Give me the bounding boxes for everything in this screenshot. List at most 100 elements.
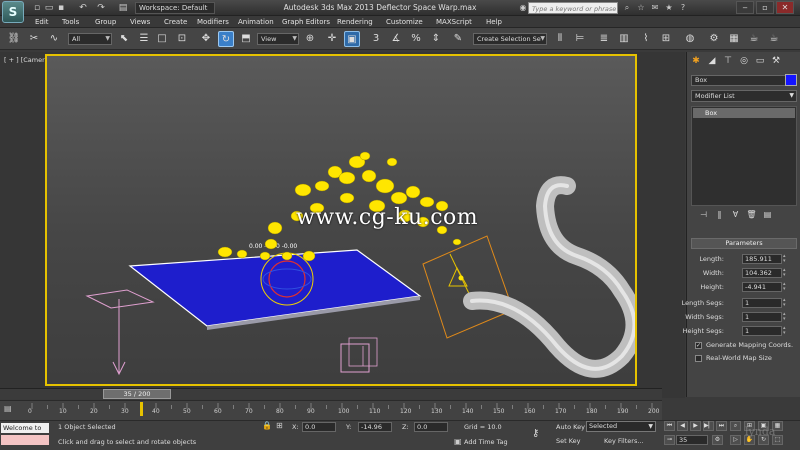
help-icon[interactable]: ? — [678, 3, 688, 13]
rect-selection-icon[interactable]: □ — [154, 31, 170, 47]
menu-maxscript[interactable]: MAXScript — [436, 16, 472, 28]
length-segs-field[interactable]: 1 — [742, 298, 782, 308]
utilities-tab-icon[interactable]: ⚒ — [769, 54, 783, 68]
y-coord-field[interactable]: -14.96 — [358, 422, 392, 432]
percent-snap-icon[interactable]: % — [408, 31, 424, 47]
time-configuration-icon[interactable]: ⚙ — [712, 435, 723, 445]
select-link-icon[interactable]: ⛓ — [6, 31, 22, 47]
display-tab-icon[interactable]: ▭ — [753, 54, 767, 68]
render-iterative-icon[interactable]: ☕ — [766, 31, 782, 47]
checkbox-unchecked-icon[interactable] — [695, 354, 702, 362]
configure-sets-icon[interactable]: ▤ — [761, 209, 774, 220]
search-icon[interactable]: ⌕ — [622, 3, 632, 13]
favorites-icon[interactable]: ★ — [664, 3, 674, 13]
length-field[interactable]: 185.911 — [742, 254, 782, 264]
save-icon[interactable]: ▪ — [56, 3, 66, 13]
search-binoculars-icon[interactable]: ◉ — [518, 3, 528, 13]
hierarchy-tab-icon[interactable]: ⊤ — [721, 54, 735, 68]
remove-modifier-icon[interactable]: 🗑 — [745, 209, 758, 220]
communication-center-icon[interactable]: ✉ — [650, 3, 660, 13]
angle-snap-icon[interactable]: ∡ — [388, 31, 404, 47]
close-button[interactable]: ✕ — [776, 1, 794, 14]
go-to-end-icon[interactable]: ⏭ — [716, 421, 727, 431]
menu-modifiers[interactable]: Modifiers — [197, 16, 229, 28]
menu-graph-editors[interactable]: Graph Editors — [282, 16, 330, 28]
selection-filter-dropdown[interactable]: All ▼ — [68, 33, 112, 45]
next-frame-icon[interactable]: ▶▏ — [703, 421, 714, 431]
redo-icon[interactable]: ↷ — [96, 3, 106, 13]
pin-stack-icon[interactable]: ⊣ — [697, 209, 710, 220]
motion-tab-icon[interactable]: ◎ — [737, 54, 751, 68]
maxscript-listener[interactable]: Welcome to — [1, 423, 49, 433]
named-selection-set-dropdown[interactable]: Create Selection Se ▼ — [473, 33, 547, 45]
menu-views[interactable]: Views — [130, 16, 150, 28]
menu-create[interactable]: Create — [164, 16, 187, 28]
height-segs-spinner[interactable]: ▴ ▾ — [783, 326, 788, 336]
length-spinner[interactable]: ▴ ▾ — [783, 254, 788, 264]
object-name-field[interactable]: Box — [691, 75, 789, 86]
auto-key-button[interactable]: Auto Key — [556, 423, 585, 431]
menu-customize[interactable]: Customize — [386, 16, 423, 28]
height-spinner[interactable]: ▴ ▾ — [783, 282, 788, 292]
width-field[interactable]: 104.362 — [742, 268, 782, 278]
menu-rendering[interactable]: Rendering — [337, 16, 373, 28]
make-unique-icon[interactable]: ∀ — [729, 209, 742, 220]
parameters-rollout[interactable]: Parameters — [691, 238, 797, 249]
select-object-icon[interactable]: ⬉ — [116, 31, 132, 47]
bind-space-warp-icon[interactable]: ∿ — [46, 31, 62, 47]
create-tab-icon[interactable]: ✱ — [689, 54, 703, 68]
rendered-frame-window-icon[interactable]: ▦ — [726, 31, 742, 47]
menu-group[interactable]: Group — [95, 16, 116, 28]
keyboard-shortcut-override-icon[interactable]: ▣ — [344, 31, 360, 47]
render-production-icon[interactable]: ☕ — [746, 31, 762, 47]
play-icon[interactable]: ▶ — [690, 421, 701, 431]
graphite-ribbon-icon[interactable]: ▥ — [616, 31, 632, 47]
time-tag-icon[interactable]: ▣ — [454, 437, 462, 446]
move-icon[interactable]: ✥ — [198, 31, 214, 47]
curve-editor-icon[interactable]: ⌇ — [638, 31, 654, 47]
window-crossing-icon[interactable]: ⊡ — [174, 31, 190, 47]
select-manipulate-icon[interactable]: ✛ — [324, 31, 340, 47]
selection-lock-icon[interactable]: 🔒 — [262, 421, 272, 430]
height-segs-field[interactable]: 1 — [742, 326, 782, 336]
z-coord-field[interactable]: 0.0 — [414, 422, 448, 432]
new-file-icon[interactable]: ▫ — [32, 3, 42, 13]
real-world-map-checkbox[interactable]: Real-World Map Size — [695, 354, 772, 362]
unlink-icon[interactable]: ✂ — [26, 31, 42, 47]
mirror-icon[interactable]: ⫴ — [552, 31, 568, 47]
pivot-center-icon[interactable]: ⊕ — [302, 31, 318, 47]
modify-tab-icon[interactable]: ◢ — [705, 54, 719, 68]
width-segs-spinner[interactable]: ▴ ▾ — [783, 312, 788, 322]
absolute-mode-icon[interactable]: ⊞ — [276, 421, 283, 430]
x-coord-field[interactable]: 0.0 — [302, 422, 336, 432]
set-key-icon[interactable]: ⚷ — [532, 428, 539, 439]
app-logo[interactable]: S — [2, 1, 24, 23]
edit-named-selection-icon[interactable]: ✎ — [450, 31, 466, 47]
height-field[interactable]: -4.941 — [742, 282, 782, 292]
generate-mapping-checkbox[interactable]: ✓ Generate Mapping Coords. — [695, 341, 793, 349]
maxscript-mini-listener[interactable] — [1, 435, 49, 445]
previous-frame-icon[interactable]: ◀ — [677, 421, 688, 431]
menu-edit[interactable]: Edit — [35, 16, 49, 28]
modifier-stack[interactable]: Box — [691, 106, 797, 206]
object-color-swatch[interactable] — [785, 74, 797, 86]
material-editor-icon[interactable]: ◍ — [682, 31, 698, 47]
add-time-tag-button[interactable]: Add Time Tag — [464, 438, 508, 446]
current-frame-field[interactable]: 35 — [676, 435, 708, 445]
workspace-selector[interactable]: Workspace: Default — [135, 2, 215, 14]
show-end-result-icon[interactable]: ‖ — [713, 209, 726, 220]
reference-coordinate-dropdown[interactable]: View ▼ — [257, 33, 299, 45]
project-folder-icon[interactable]: ▤ — [118, 3, 128, 13]
align-icon[interactable]: ⊨ — [572, 31, 588, 47]
go-to-start-icon[interactable]: ⏮ — [664, 421, 675, 431]
key-mode-dropdown[interactable]: Selected ▼ — [586, 421, 656, 432]
render-setup-icon[interactable]: ⚙ — [706, 31, 722, 47]
spinner-snap-icon[interactable]: ⇕ — [428, 31, 444, 47]
checkbox-checked-icon[interactable]: ✓ — [695, 341, 702, 349]
scale-icon[interactable]: ⬒ — [238, 31, 254, 47]
search-input[interactable]: Type a keyword or phrase — [528, 2, 618, 14]
key-mode-toggle-icon[interactable]: ⊸ — [664, 435, 675, 445]
width-segs-field[interactable]: 1 — [742, 312, 782, 322]
subscription-icon[interactable]: ☆ — [636, 3, 646, 13]
mini-curve-editor-icon[interactable]: ▤ — [4, 404, 12, 413]
